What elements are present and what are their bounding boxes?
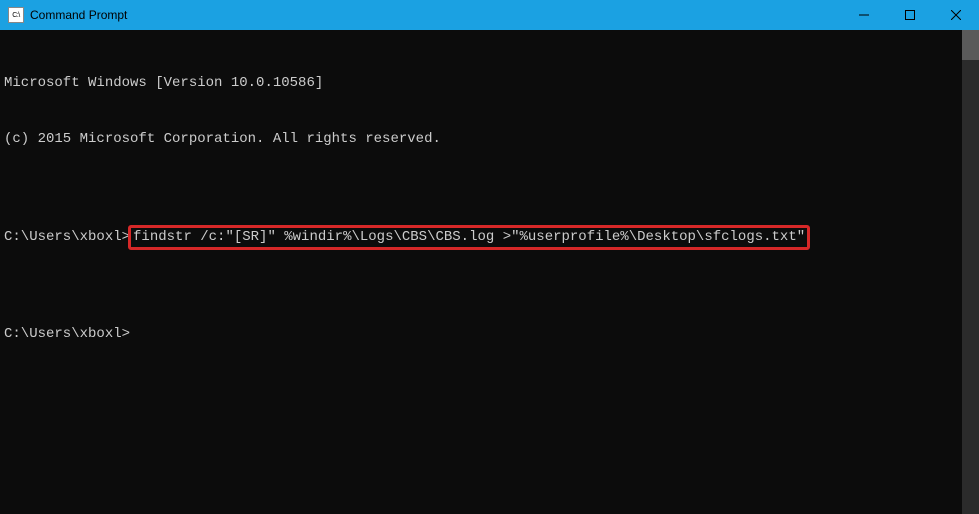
title-bar-left: C:\ Command Prompt bbox=[8, 7, 127, 23]
prompt-line-2: C:\Users\xboxl> bbox=[4, 325, 973, 344]
command-text: findstr /c:"[SR]" %windir%\Logs\CBS\CBS.… bbox=[133, 229, 805, 245]
minimize-button[interactable] bbox=[841, 0, 887, 30]
highlight-annotation: findstr /c:"[SR]" %windir%\Logs\CBS\CBS.… bbox=[128, 225, 810, 250]
copyright-line: (c) 2015 Microsoft Corporation. All righ… bbox=[4, 130, 973, 149]
prompt-1: C:\Users\xboxl> bbox=[4, 229, 130, 245]
scrollbar-thumb[interactable] bbox=[962, 30, 979, 60]
close-button[interactable] bbox=[933, 0, 979, 30]
cmd-icon: C:\ bbox=[8, 7, 24, 23]
minimize-icon bbox=[859, 10, 869, 20]
title-bar[interactable]: C:\ Command Prompt bbox=[0, 0, 979, 30]
window-title: Command Prompt bbox=[30, 8, 127, 22]
maximize-button[interactable] bbox=[887, 0, 933, 30]
version-line: Microsoft Windows [Version 10.0.10586] bbox=[4, 74, 973, 93]
terminal-body[interactable]: Microsoft Windows [Version 10.0.10586] (… bbox=[0, 30, 979, 514]
close-icon bbox=[951, 10, 961, 20]
command-prompt-window: C:\ Command Prompt Mic bbox=[0, 0, 979, 514]
window-controls bbox=[841, 0, 979, 30]
command-line-1: C:\Users\xboxl>findstr /c:"[SR]" %windir… bbox=[4, 225, 973, 250]
maximize-icon bbox=[905, 10, 915, 20]
scrollbar-track[interactable] bbox=[962, 30, 979, 514]
